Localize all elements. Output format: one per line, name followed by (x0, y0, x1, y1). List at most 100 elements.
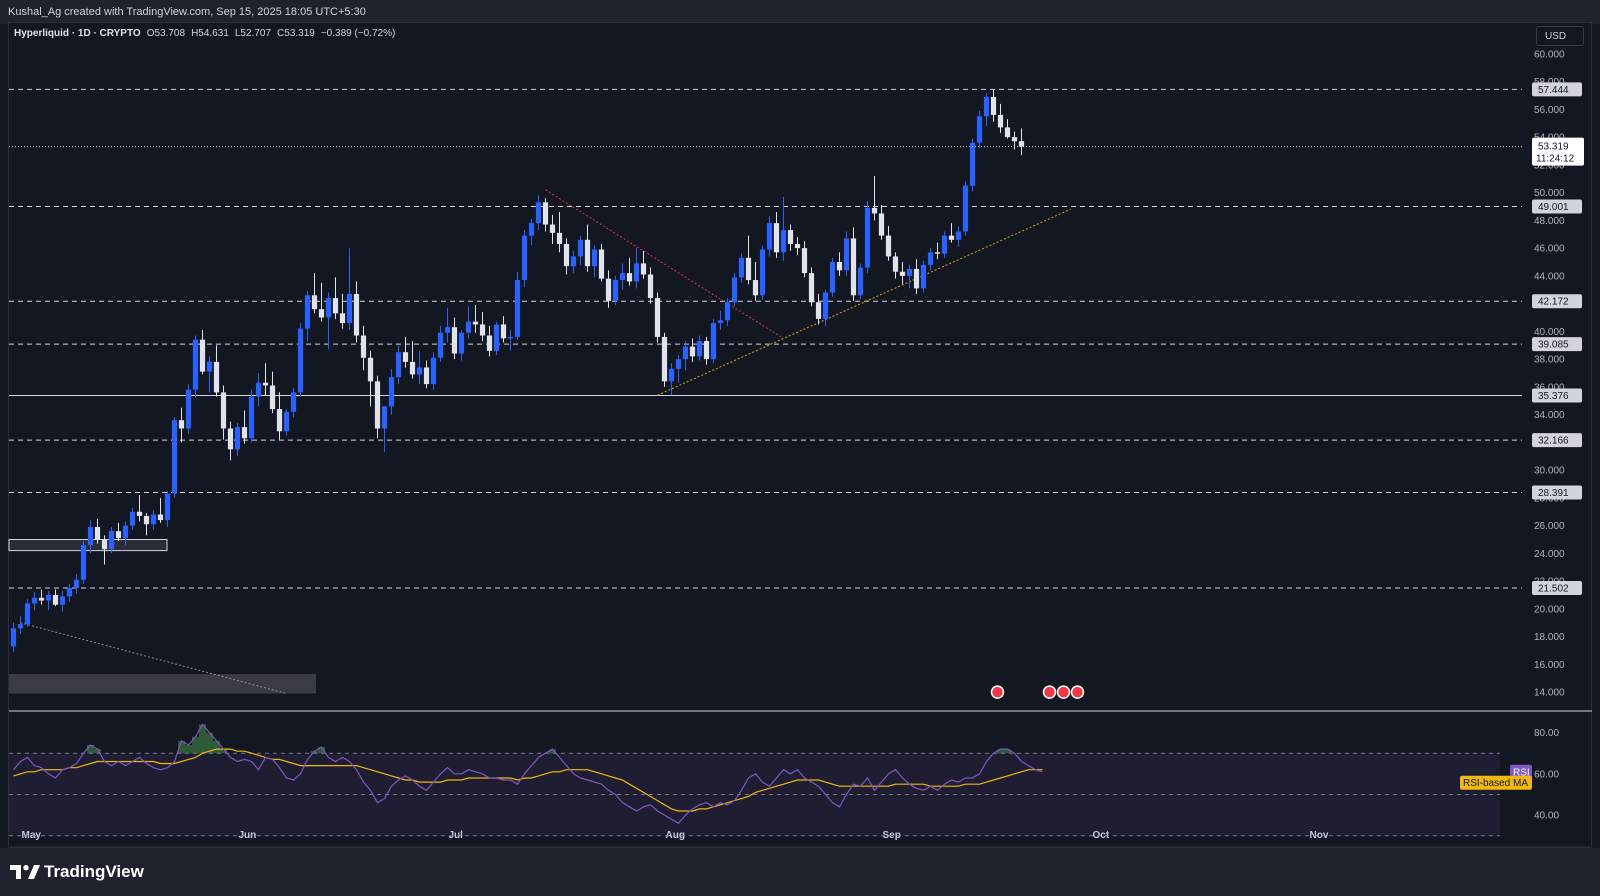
candle-body[interactable] (640, 263, 647, 275)
candle-body[interactable] (24, 603, 31, 625)
candle-body[interactable] (353, 293, 360, 336)
candle-body[interactable] (164, 493, 171, 521)
candle-body[interactable] (934, 252, 941, 254)
candle-body[interactable] (171, 420, 178, 494)
candle-body[interactable] (927, 252, 934, 265)
candle-body[interactable] (822, 292, 829, 319)
candle-body[interactable] (262, 382, 269, 386)
candle-body[interactable] (591, 249, 598, 267)
candle-body[interactable] (1011, 137, 1018, 142)
candle-body[interactable] (948, 235, 955, 240)
candle-body[interactable] (920, 264, 927, 289)
candle-body[interactable] (773, 223, 780, 253)
candle-body[interactable] (402, 352, 409, 362)
candle-body[interactable] (668, 368, 675, 382)
candle-body[interactable] (388, 377, 395, 407)
candle-body[interactable] (766, 223, 773, 250)
candle-body[interactable] (885, 235, 892, 257)
symbol-name[interactable]: Hyperliquid · 1D · CRYPTO (14, 28, 141, 39)
candle-body[interactable] (941, 235, 948, 254)
candle-body[interactable] (759, 249, 766, 296)
candle-body[interactable] (801, 248, 808, 274)
candle-body[interactable] (815, 302, 822, 319)
candle-body[interactable] (150, 514, 157, 525)
candle-body[interactable] (990, 96, 997, 115)
candle-body[interactable] (549, 224, 556, 233)
candle-body[interactable] (514, 280, 521, 337)
candle-body[interactable] (276, 409, 283, 432)
candle-body[interactable] (983, 96, 990, 117)
candle-body[interactable] (1018, 141, 1025, 147)
candle-body[interactable] (360, 335, 367, 358)
candle-body[interactable] (108, 531, 115, 550)
candle-body[interactable] (332, 298, 339, 314)
candle-body[interactable] (59, 596, 66, 605)
tradingview-logo[interactable]: TradingView (10, 862, 144, 882)
candle-body[interactable] (290, 392, 297, 412)
supply-zone-box[interactable] (9, 674, 316, 694)
candle-body[interactable] (220, 392, 227, 429)
candle-body[interactable] (724, 302, 731, 321)
candle-body[interactable] (878, 213, 885, 236)
candle-body[interactable] (38, 597, 45, 601)
candle-body[interactable] (528, 223, 535, 236)
candle-body[interactable] (780, 230, 787, 253)
candle-body[interactable] (234, 427, 241, 450)
candle-body[interactable] (738, 257, 745, 278)
candle-body[interactable] (381, 406, 388, 429)
candle-body[interactable] (612, 280, 619, 301)
candle-body[interactable] (1004, 127, 1011, 138)
candle-body[interactable] (563, 243, 570, 267)
event-flag-icon[interactable] (1056, 685, 1071, 699)
candle-body[interactable] (976, 116, 983, 143)
candle-body[interactable] (598, 249, 605, 279)
candle-body[interactable] (423, 367, 430, 385)
candle-body[interactable] (570, 256, 577, 267)
candle-body[interactable] (129, 511, 136, 526)
candle-body[interactable] (269, 385, 276, 410)
candle-body[interactable] (52, 595, 59, 605)
candle-body[interactable] (689, 346, 696, 357)
candle-body[interactable] (808, 273, 815, 303)
candle-body[interactable] (857, 267, 864, 296)
candle-body[interactable] (633, 263, 640, 282)
candle-body[interactable] (794, 243, 801, 249)
candle-body[interactable] (745, 257, 752, 281)
candle-body[interactable] (304, 295, 311, 329)
candle-body[interactable] (654, 298, 661, 337)
candle-body[interactable] (45, 595, 52, 601)
candle-body[interactable] (892, 256, 899, 272)
candle-body[interactable] (577, 239, 584, 257)
candle-body[interactable] (227, 428, 234, 450)
candle-body[interactable] (199, 339, 206, 372)
candle-body[interactable] (493, 324, 500, 351)
candle-body[interactable] (101, 539, 108, 550)
candle-body[interactable] (185, 389, 192, 429)
candle-body[interactable] (143, 515, 150, 525)
candle-body[interactable] (535, 202, 542, 224)
candle-body[interactable] (479, 324, 486, 336)
candle-body[interactable] (94, 527, 101, 540)
candle-body[interactable] (458, 332, 465, 354)
candle-body[interactable] (521, 235, 528, 281)
candle-body[interactable] (752, 280, 759, 296)
candle-body[interactable] (31, 597, 38, 604)
candle-body[interactable] (115, 531, 122, 539)
candle-body[interactable] (325, 298, 332, 318)
candle-body[interactable] (486, 335, 493, 351)
candle-body[interactable] (206, 361, 213, 372)
candle-body[interactable] (507, 336, 514, 339)
candle-body[interactable] (619, 273, 626, 281)
candle-body[interactable] (157, 514, 164, 521)
candle-body[interactable] (647, 274, 654, 299)
candle-body[interactable] (283, 411, 290, 432)
candle-body[interactable] (717, 320, 724, 324)
candle-body[interactable] (122, 525, 129, 539)
candle-body[interactable] (255, 382, 262, 397)
candle-body[interactable] (556, 232, 563, 244)
candle-body[interactable] (451, 327, 458, 354)
candle-body[interactable] (318, 309, 325, 318)
candle-body[interactable] (542, 202, 549, 225)
candle-body[interactable] (80, 545, 87, 580)
currency-button[interactable]: USD (1536, 26, 1584, 46)
